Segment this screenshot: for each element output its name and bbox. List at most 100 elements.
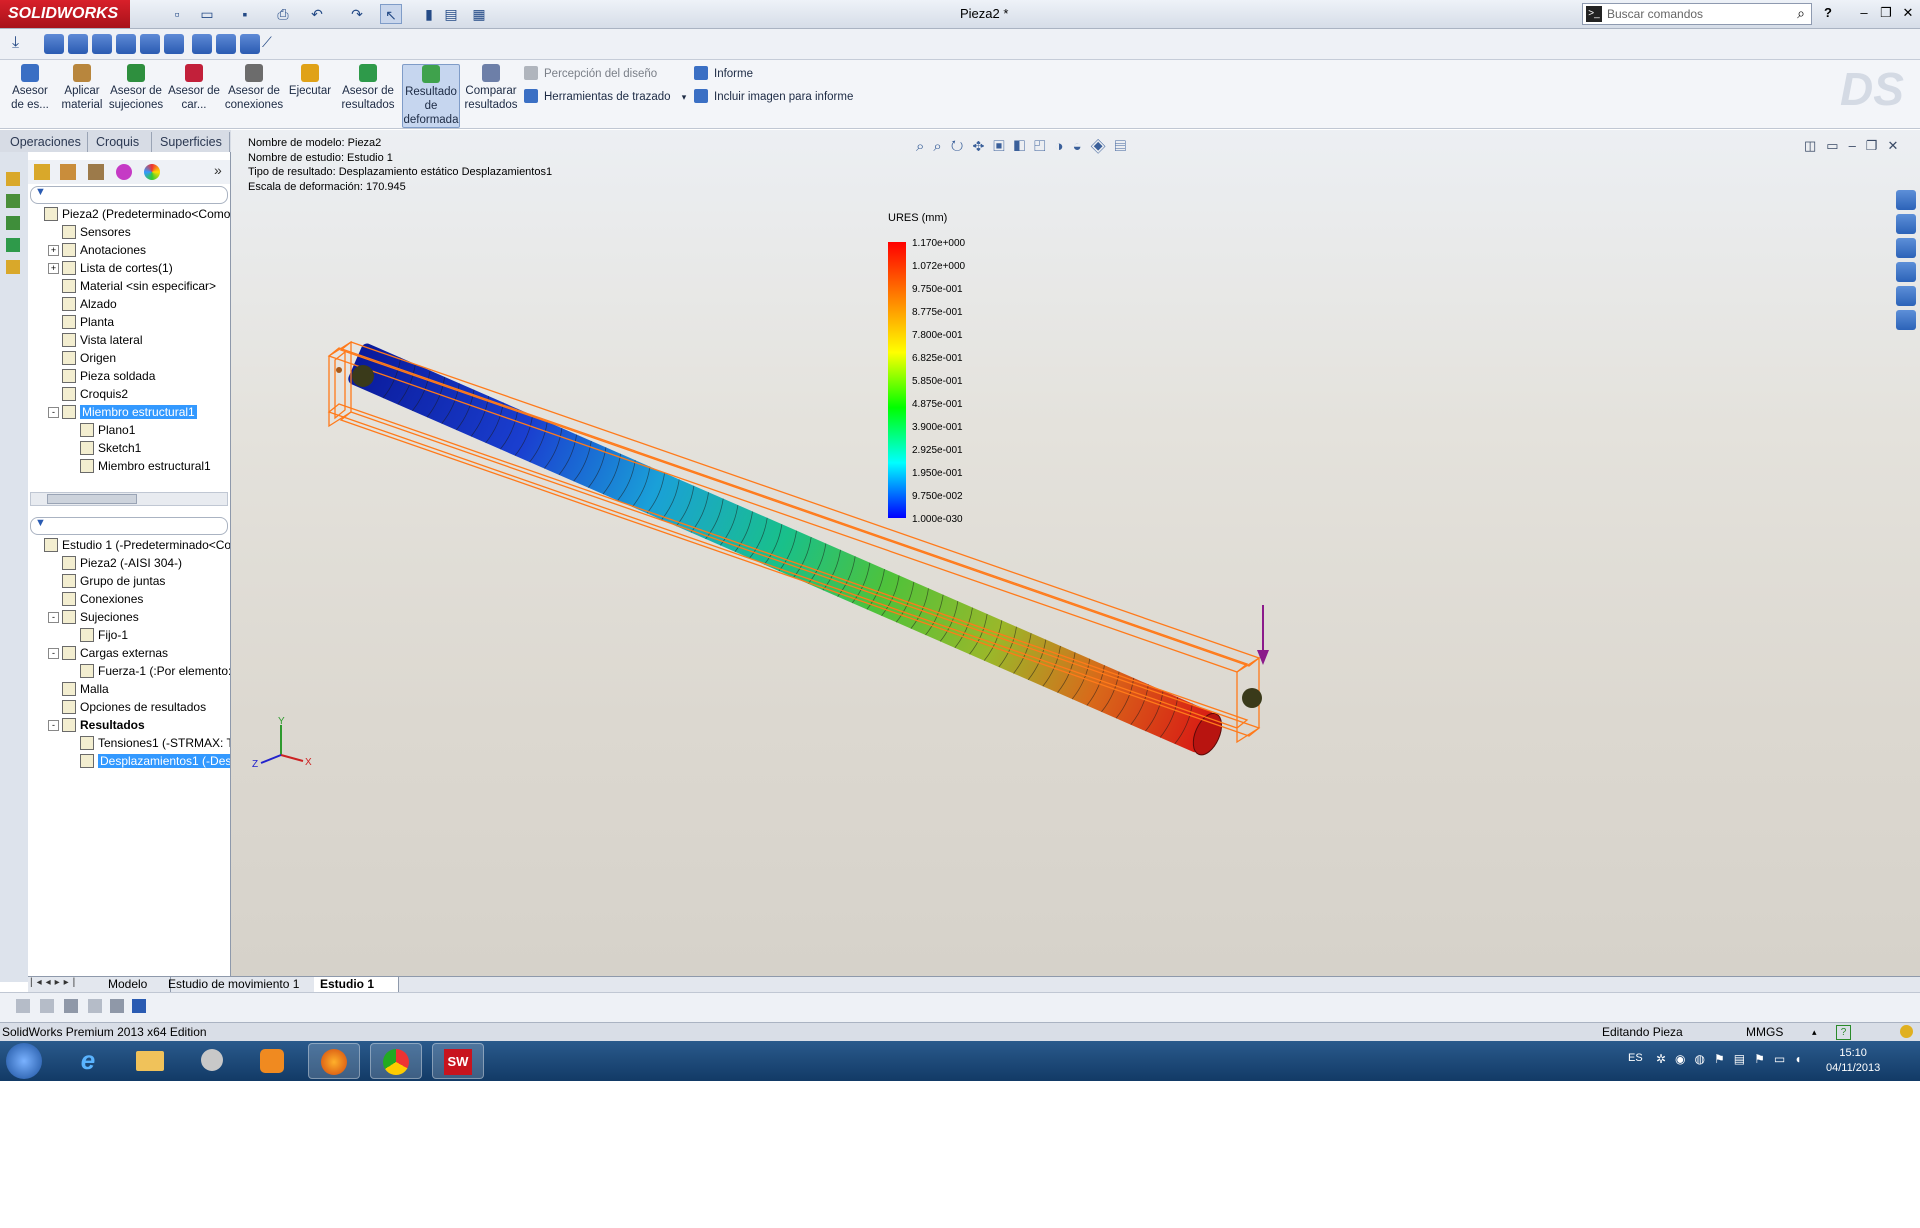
bottom-tab-estudio-1[interactable]: Estudio 1 [314,977,399,992]
save-icon[interactable]: ▪ [234,4,256,24]
solidworks-logo[interactable]: SOLIDWORKS [0,0,130,28]
heads-up-view-icons[interactable]: ⌕⌕↻✥▣◧◰◑◒◈▤ [916,138,1135,155]
dimxpert-tab-icon[interactable] [116,164,132,180]
property-manager-tab-icon[interactable] [60,164,76,180]
file-properties-icon[interactable]: ▤ [440,4,462,24]
redo-icon[interactable]: ↷ [346,4,368,24]
feature_tree-item[interactable]: Planta [48,313,114,331]
solidworks-resources-icon[interactable] [1896,190,1916,210]
deformed-result-button[interactable]: Resultado de deformada [402,64,460,128]
toolbar-icon-4[interactable] [88,999,102,1013]
help-icon[interactable]: ? [1836,1025,1851,1040]
feature_tree-item[interactable]: Alzado [48,295,117,313]
study_tree-item[interactable]: - Cargas externas [48,644,168,662]
view-front-icon[interactable] [44,34,64,54]
reference-axis-icon[interactable] [6,216,20,230]
structure-icon[interactable] [6,260,20,274]
design-insight-button[interactable]: Percepción del diseño [524,66,657,80]
normal-to-icon[interactable]: ⤓ [12,34,34,54]
firefox-icon[interactable] [308,1043,360,1079]
study-advisor-button[interactable]: Asesor de es... [6,64,54,112]
rebuild-status-icon[interactable] [1900,1025,1913,1038]
view-trimetric-icon[interactable] [216,34,236,54]
app-icon[interactable] [186,1043,238,1079]
feature-filter-field[interactable]: ▼ [30,186,228,204]
file-explorer-icon[interactable] [124,1043,176,1079]
toolbar-icon-6[interactable] [132,999,146,1013]
sketch-line-icon[interactable] [6,194,20,208]
study-filter-field[interactable]: ▼ [30,517,228,535]
feature-manager-tab-icon[interactable] [34,164,50,180]
feature_tree-item[interactable]: Miembro estructural1 [66,457,211,475]
chevron-right-icon[interactable]: » [214,162,222,178]
view-back-icon[interactable] [68,34,88,54]
custom-properties-icon[interactable] [1896,310,1916,330]
collapse-icon[interactable]: - [48,612,59,623]
display-manager-tab-icon[interactable] [144,164,160,180]
view-palette-icon[interactable] [1896,262,1916,282]
study_tree-item[interactable]: Estudio 1 (-Predeterminado<Com [30,536,230,554]
undo-icon[interactable]: ↶ [306,4,328,24]
rebuild-icon[interactable]: ▮ [418,4,440,24]
scrollbar-thumb[interactable] [47,494,137,504]
apply-material-button[interactable]: Aplicar material [58,64,106,112]
feature_tree-item[interactable]: Sensores [48,223,131,241]
study_tree-item[interactable]: Tensiones1 (-STRMAX: Ten [66,734,230,752]
plot-tools-button[interactable]: Herramientas de trazado ▾ [524,89,686,103]
close-icon[interactable]: ✕ [1898,4,1918,22]
media-player-icon[interactable] [246,1043,298,1079]
connections-advisor-button[interactable]: Asesor de conexiones [224,64,284,112]
view-bottom-icon[interactable] [164,34,184,54]
toolbar-icon-5[interactable] [110,999,124,1013]
restore-icon[interactable]: ❐ [1876,4,1896,22]
feature_tree-item[interactable]: Origen [48,349,116,367]
toolbar-icon-3[interactable] [64,999,78,1013]
expand-icon[interactable]: + [48,245,59,256]
loads-advisor-button[interactable]: Asesor de car... [168,64,220,112]
appearances-icon[interactable] [1896,286,1916,306]
clock[interactable]: 15:10 04/11/2013 [1826,1046,1880,1076]
feature_tree-item[interactable]: Croquis2 [48,385,128,403]
view-dimetric-icon[interactable] [240,34,260,54]
options-icon[interactable]: ▦ [468,4,490,24]
results-advisor-button[interactable]: Asesor de resultados [340,64,396,112]
file-explorer-icon[interactable] [1896,238,1916,258]
configuration-manager-tab-icon[interactable] [88,164,104,180]
smart-dimension-icon[interactable] [6,172,20,186]
feature_tree-item[interactable]: Material <sin especificar> [48,277,216,295]
chevron-up-icon[interactable]: ▴ [1812,1023,1817,1041]
open-folder-icon[interactable]: ▭ [196,4,218,24]
chrome-icon[interactable] [370,1043,422,1079]
study_tree-item[interactable]: Conexiones [48,590,143,608]
run-button[interactable]: Ejecutar [288,64,332,98]
new-document-icon[interactable]: ▫ [166,4,188,24]
study_tree-item[interactable]: Opciones de resultados [48,698,206,716]
graphics-area[interactable]: URES (mm) 1.170e+000 1.072e+000 9.750e-001… [231,130,1920,976]
toolbar-icon-1[interactable] [16,999,30,1013]
language-indicator[interactable]: ES [1628,1052,1643,1064]
view-top-icon[interactable] [140,34,160,54]
tab-operaciones[interactable]: Operaciones [2,132,88,152]
sensor-icon[interactable] [6,238,20,252]
start-button-icon[interactable] [6,1043,42,1079]
study_tree-item[interactable]: - Resultados [48,716,145,734]
include-image-button[interactable]: Incluir imagen para informe [694,89,853,103]
study_tree-item[interactable]: Fijo-1 [66,626,128,644]
link-view-icon[interactable]: ⟋ [262,34,282,54]
units-selector[interactable]: MMGS [1746,1023,1783,1041]
study_tree-item[interactable]: Grupo de juntas [48,572,165,590]
feature_tree-item[interactable]: Pieza soldada [48,367,155,385]
feature_tree-item[interactable]: Vista lateral [48,331,142,349]
collapse-icon[interactable]: - [48,720,59,731]
internet-explorer-icon[interactable]: e [62,1043,114,1079]
print-icon[interactable]: ⎙ [272,4,294,24]
tree-horizontal-scrollbar[interactable] [30,492,228,506]
feature_tree-item[interactable]: Pieza2 (Predeterminado<Como n [30,205,230,223]
feature_tree-item[interactable]: - Miembro estructural1 [48,403,197,421]
study_tree-item[interactable]: Fuerza-1 (:Por elemento: 10 [66,662,230,680]
compare-results-button[interactable]: Comparar resultados [464,64,518,112]
help-icon[interactable]: ? [1818,4,1838,22]
select-pointer-icon[interactable]: ↖ [380,4,402,24]
collapse-icon[interactable]: - [48,648,59,659]
tab-superficies[interactable]: Superficies [152,132,230,152]
